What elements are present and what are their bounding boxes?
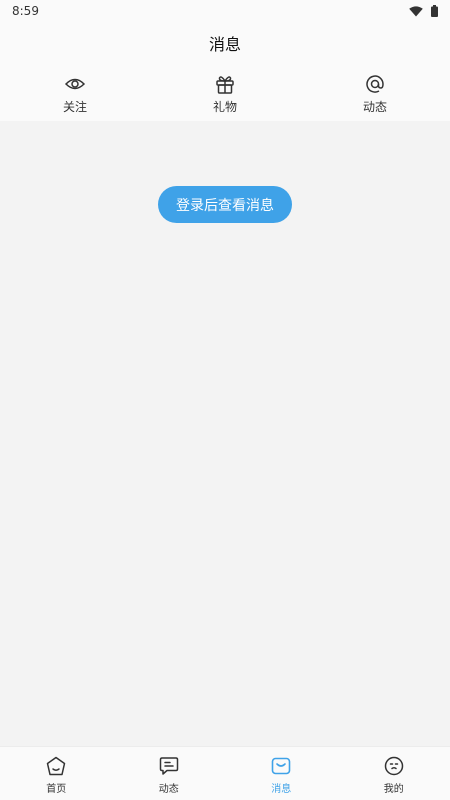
- status-bar: 8:59: [0, 0, 450, 22]
- tab-label: 我的: [383, 784, 404, 795]
- header: 消息: [0, 22, 450, 64]
- message-icon: [270, 755, 292, 777]
- quick-nav-label: 关注: [62, 100, 87, 114]
- gift-icon: [214, 73, 236, 95]
- quick-nav: 关注 礼物 动态: [0, 64, 450, 121]
- main-content: 登录后查看消息: [0, 121, 450, 746]
- tab-label: 动态: [158, 784, 179, 795]
- tab-label: 消息: [271, 784, 292, 795]
- tab-profile[interactable]: 我的: [338, 747, 450, 800]
- tab-feed[interactable]: 动态: [113, 747, 226, 800]
- tab-label: 首页: [46, 784, 67, 795]
- quick-nav-gift[interactable]: 礼物: [150, 64, 300, 121]
- quick-nav-follow[interactable]: 关注: [0, 64, 150, 121]
- quick-nav-mentions[interactable]: 动态: [300, 64, 450, 121]
- bottom-tab-bar: 首页 动态 消息 我的: [0, 746, 450, 800]
- battery-icon: [431, 2, 438, 21]
- chat-icon: [158, 755, 180, 777]
- tab-messages[interactable]: 消息: [225, 747, 338, 800]
- wifi-icon: [409, 2, 423, 21]
- profile-icon: [383, 755, 405, 777]
- status-time: 8:59: [12, 4, 39, 18]
- tab-home[interactable]: 首页: [0, 747, 113, 800]
- eye-icon: [64, 73, 86, 95]
- quick-nav-label: 动态: [362, 100, 387, 114]
- system-icons: [409, 2, 438, 21]
- login-to-view-button[interactable]: 登录后查看消息: [158, 186, 292, 223]
- at-icon: [364, 73, 386, 95]
- page-title: 消息: [208, 35, 241, 54]
- quick-nav-label: 礼物: [212, 100, 237, 114]
- home-icon: [45, 755, 67, 777]
